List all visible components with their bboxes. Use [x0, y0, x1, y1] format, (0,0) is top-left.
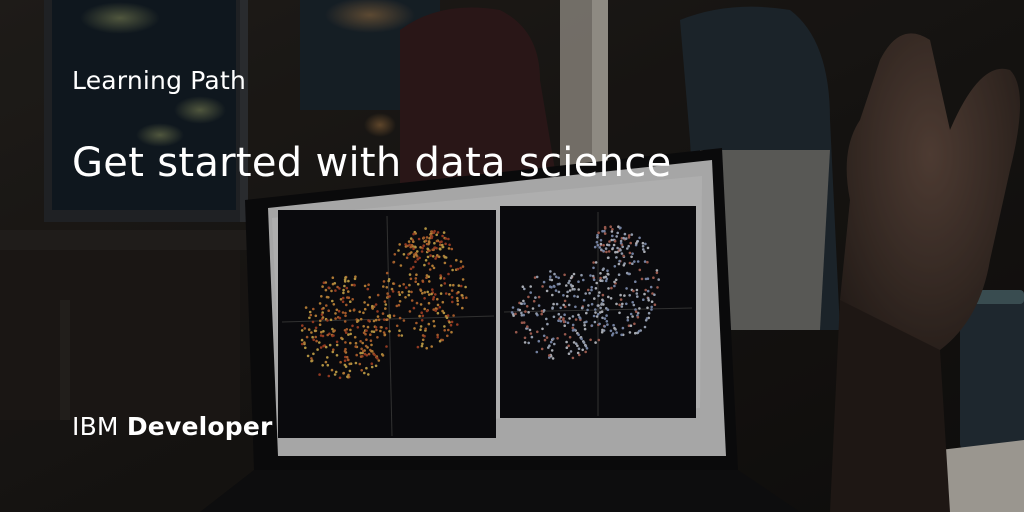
brand-name: Developer	[126, 412, 273, 441]
eyebrow-label: Learning Path	[72, 66, 246, 95]
page-title: Get started with data science	[72, 140, 672, 186]
brand-prefix: IBM	[72, 412, 119, 441]
brand-logo: IBM Developer	[72, 412, 273, 441]
